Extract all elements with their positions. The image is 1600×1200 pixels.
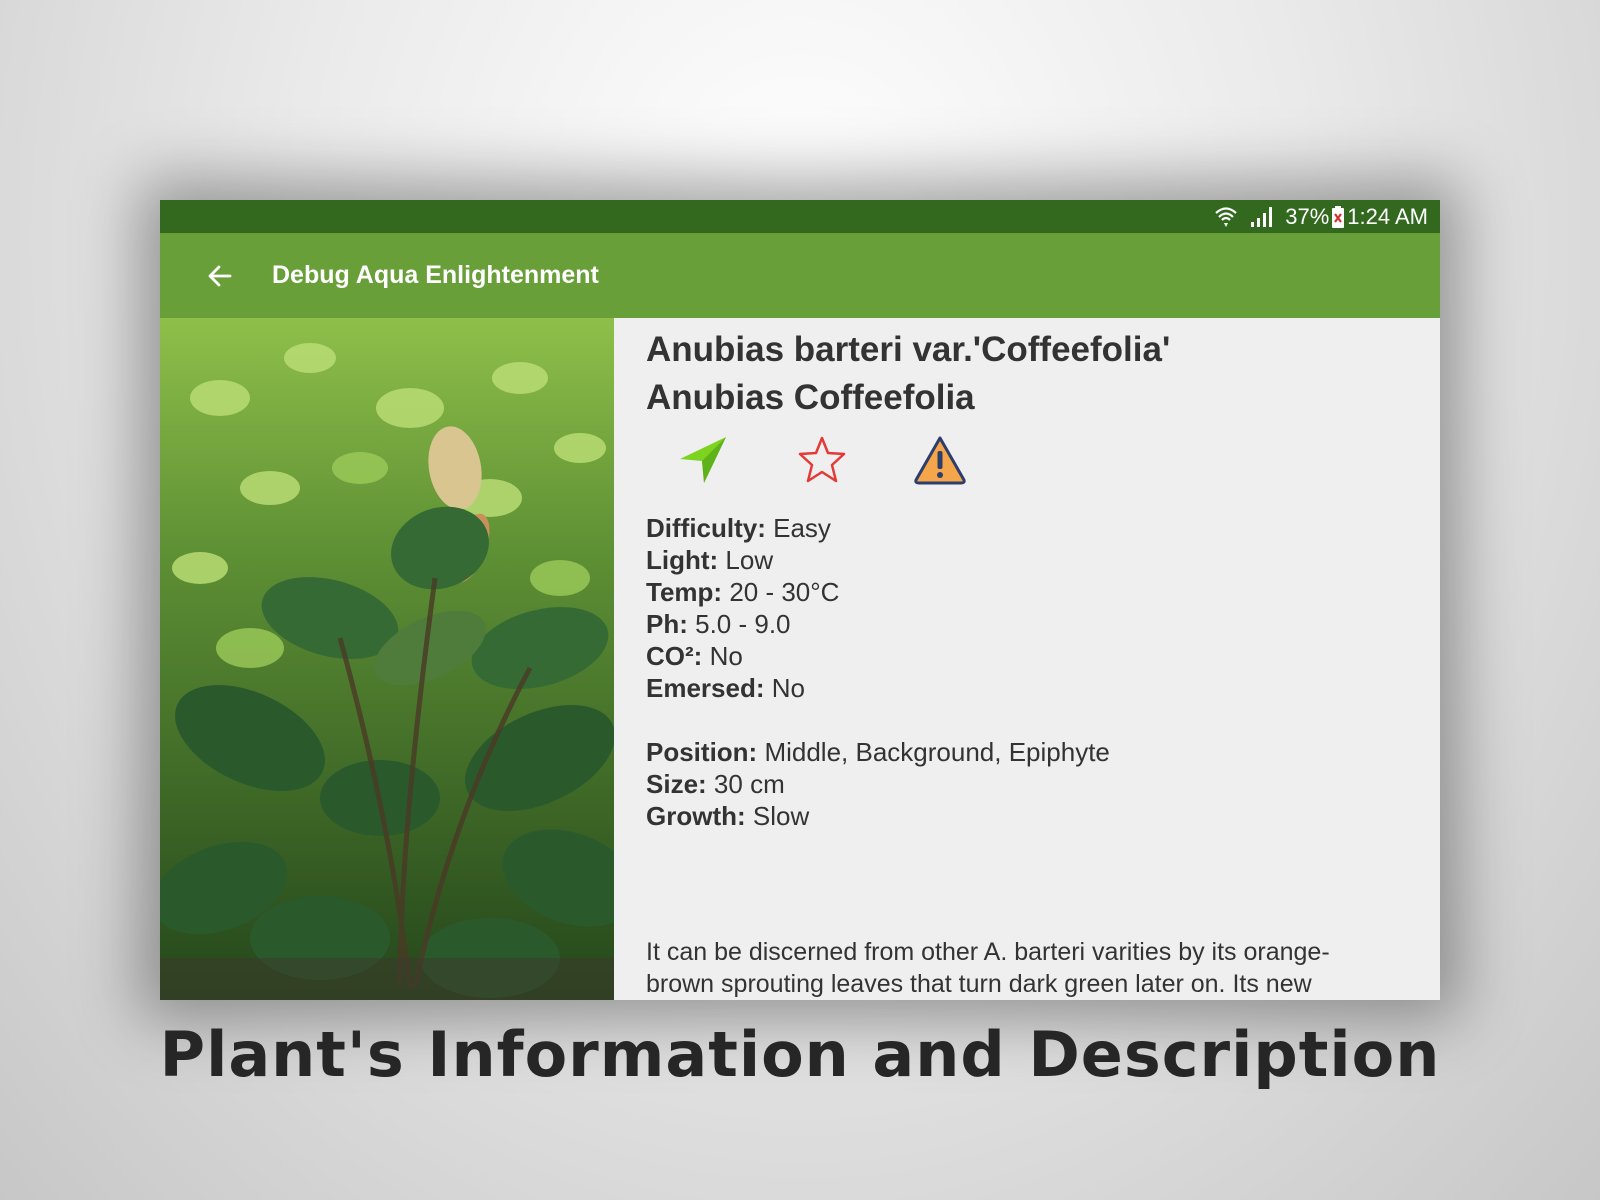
property-emersed: Emersed: No: [646, 673, 805, 703]
favorite-button[interactable]: [794, 432, 850, 488]
arrow-left-icon: [208, 265, 232, 286]
property-ph: Ph: 5.0 - 9.0: [646, 609, 791, 639]
property-difficulty: Difficulty: Easy: [646, 513, 831, 543]
app-bar: Debug Aqua Enlightenment: [160, 233, 1440, 318]
battery-percent: 37%: [1285, 203, 1330, 229]
send-button[interactable]: [676, 432, 732, 488]
property-growth: Growth: Slow: [646, 801, 810, 831]
plant-placement: Position: Middle, Background, Epiphyte S…: [646, 736, 1426, 832]
property-light: Light: Low: [646, 545, 774, 575]
plant-details: Anubias barteri var.'Coffeefolia' Anubia…: [646, 318, 1426, 1000]
signal-icon: [1249, 205, 1275, 229]
plant-scientific-name: Anubias barteri var.'Coffeefolia': [646, 330, 1171, 369]
warning-icon: [914, 436, 966, 485]
plant-photo: [160, 318, 614, 1000]
send-icon: [680, 437, 726, 483]
clock: 1:24 AM: [1347, 203, 1428, 229]
back-button[interactable]: [190, 246, 250, 306]
app-title: Debug Aqua Enlightenment: [272, 261, 599, 289]
property-position: Position: Middle, Background, Epiphyte: [646, 737, 1110, 767]
wifi-icon: [1213, 205, 1239, 229]
tablet-screen: 37% 1:24 AM Debug Aqua Enlightenment Anu…: [160, 200, 1440, 1000]
plant-description: It can be discerned from other A. barter…: [646, 938, 1330, 998]
action-icons: [646, 432, 1426, 488]
plant-properties: Difficulty: Easy Light: Low Temp: 20 - 3…: [646, 512, 1426, 704]
battery-icon: [1331, 205, 1345, 229]
star-outline-icon: [798, 436, 846, 483]
property-size: Size: 30 cm: [646, 769, 785, 799]
plant-common-name: Anubias Coffeefolia: [646, 378, 975, 417]
property-temp: Temp: 20 - 30°C: [646, 577, 840, 607]
property-co2: CO²: No: [646, 641, 743, 671]
warning-button[interactable]: [912, 432, 968, 488]
status-bar: 37% 1:24 AM: [160, 200, 1440, 233]
caption: Plant's Information and Description: [159, 1018, 1441, 1091]
